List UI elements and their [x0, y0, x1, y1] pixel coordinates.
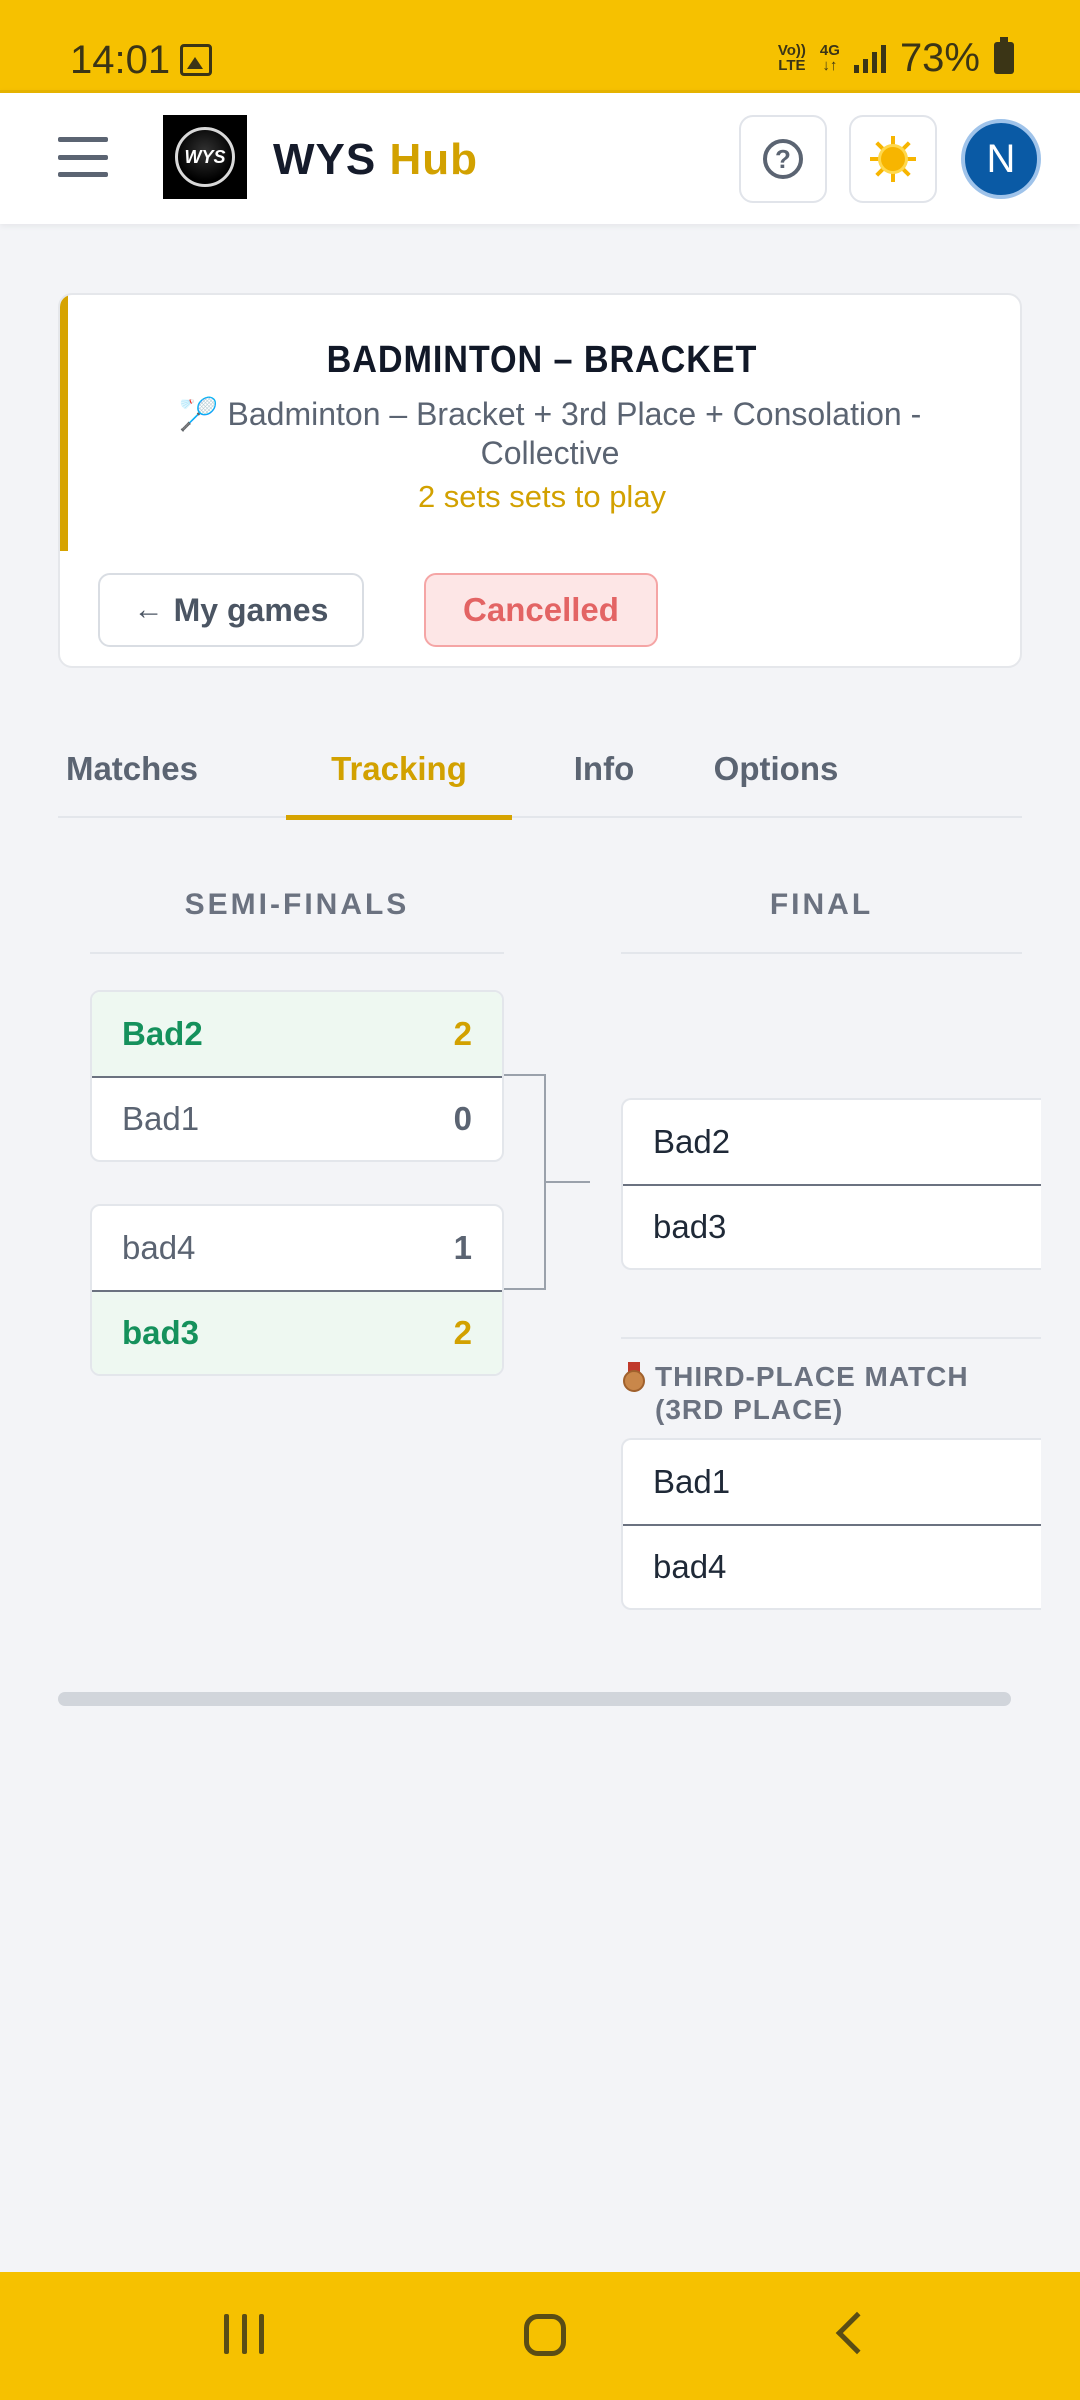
app-header: WYS WYS Hub ? N — [0, 90, 1080, 224]
game-title: BADMINTON – BRACKET — [326, 339, 758, 381]
tab-matches[interactable]: Matches — [58, 720, 206, 818]
tab-info[interactable]: Info — [558, 720, 650, 818]
team-row: bad4 1 — [92, 1206, 502, 1290]
team-name: Bad2 — [653, 1123, 731, 1160]
app-logo[interactable]: WYS — [163, 115, 247, 199]
team-row: Bad1 — [623, 1440, 1041, 1524]
team-score: 2 — [453, 1314, 472, 1351]
battery-icon — [994, 37, 1014, 74]
team-name: bad4 — [653, 1548, 727, 1585]
network-type-icon: 4G ↓↑ — [819, 42, 840, 74]
round-header-semi-finals: SEMI-FINALS — [90, 888, 504, 954]
recent-apps-icon[interactable] — [224, 2314, 264, 2354]
team-name: bad4 — [122, 1229, 196, 1266]
my-games-button[interactable]: ← My games — [98, 573, 364, 647]
final-match[interactable]: Bad2 bad3 — [621, 1098, 1041, 1270]
tab-options[interactable]: Options — [705, 720, 847, 818]
brand-main: WYS — [273, 135, 377, 184]
user-avatar[interactable]: N — [961, 119, 1041, 199]
team-name: bad3 — [122, 1314, 200, 1351]
back-arrow-icon: ← — [133, 593, 164, 626]
brand-name: WYS Hub — [273, 135, 478, 185]
team-name: Bad2 — [122, 1015, 203, 1052]
sets-info: 2 sets sets to play — [417, 479, 667, 514]
sun-icon — [870, 136, 916, 182]
team-row: Bad1 0 — [92, 1076, 502, 1160]
system-navigation-bar — [0, 2272, 1080, 2400]
third-place-label: THIRD-PLACE MATCH (3RD PLACE) — [621, 1360, 1021, 1426]
my-games-label: My games — [173, 591, 329, 628]
tab-bar: Matches Tracking Info Options — [58, 720, 1022, 820]
team-score: 2 — [453, 1015, 472, 1052]
team-row: bad4 — [623, 1524, 1041, 1608]
third-place-label-text: THIRD-PLACE MATCH (3RD PLACE) — [655, 1361, 969, 1425]
menu-icon[interactable] — [58, 137, 108, 177]
team-row: Bad2 — [623, 1100, 1041, 1184]
team-score: 1 — [453, 1229, 472, 1266]
game-card: BADMINTON – BRACKET 🏸 Badminton – Bracke… — [58, 293, 1022, 668]
game-subtitle: 🏸 Badminton – Bracket + 3rd Place + Cons… — [178, 396, 922, 471]
team-name: Bad1 — [653, 1463, 731, 1500]
help-button[interactable]: ? — [739, 115, 827, 203]
status-cancelled-badge[interactable]: Cancelled — [424, 573, 658, 647]
status-indicators: Vo)) LTE 4G ↓↑ 73% — [778, 36, 1014, 80]
team-name: Bad1 — [122, 1100, 200, 1137]
battery-percent: 73% — [899, 35, 980, 80]
signal-icon — [853, 43, 886, 73]
bracket-connector — [504, 1074, 546, 1290]
team-row: Bad2 2 — [92, 992, 502, 1076]
horizontal-scrollbar[interactable] — [58, 1692, 1011, 1706]
image-notification-icon — [180, 44, 212, 76]
semi-final-match-1[interactable]: Bad2 2 Bad1 0 — [90, 990, 504, 1162]
round-header-final: FINAL — [621, 888, 1022, 954]
bronze-medal-icon — [621, 1362, 647, 1392]
brand-accent: Hub — [389, 135, 478, 184]
help-icon: ? — [763, 139, 803, 179]
team-row: bad3 — [623, 1184, 1041, 1268]
team-row: bad3 2 — [92, 1290, 502, 1374]
team-score: 0 — [453, 1100, 472, 1137]
back-icon[interactable] — [835, 2311, 879, 2355]
bracket-connector-stub — [546, 1181, 590, 1183]
home-icon[interactable] — [524, 2314, 566, 2356]
semi-final-match-2[interactable]: bad4 1 bad3 2 — [90, 1204, 504, 1376]
theme-toggle-button[interactable] — [849, 115, 937, 203]
logo-emblem: WYS — [175, 127, 235, 187]
volte-icon: Vo)) LTE — [777, 42, 806, 74]
status-time: 14:01 — [70, 38, 171, 82]
third-place-match[interactable]: Bad1 bad4 — [621, 1438, 1041, 1610]
section-divider — [621, 1337, 1041, 1339]
team-name: bad3 — [653, 1208, 727, 1245]
tab-tracking[interactable]: Tracking — [286, 720, 512, 820]
status-bar: 14:01 Vo)) LTE 4G ↓↑ 73% — [0, 0, 1080, 90]
